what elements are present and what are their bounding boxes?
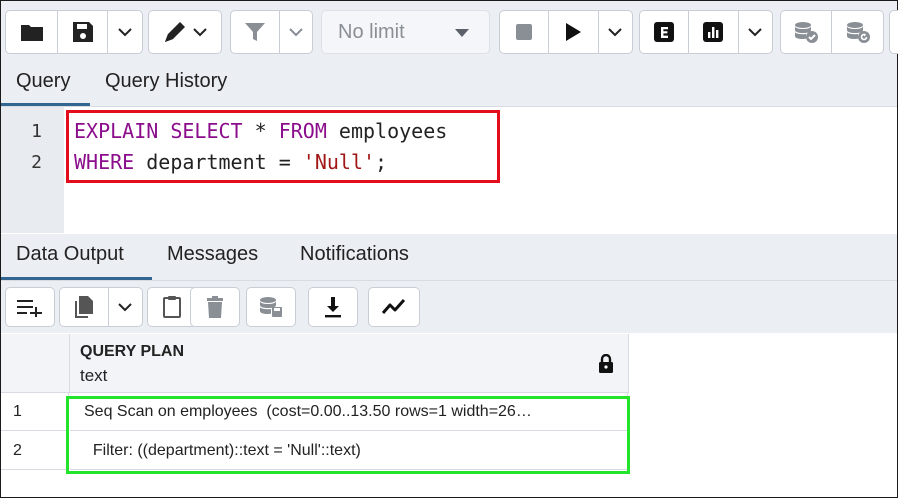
result-highlight-box xyxy=(66,396,630,474)
active-tab-indicator xyxy=(1,277,152,280)
line-number: 2 xyxy=(31,152,42,173)
pen-icon xyxy=(165,22,185,42)
filter-options-dropdown[interactable] xyxy=(280,11,312,53)
row-number[interactable]: 1 xyxy=(1,393,69,431)
explain-analyze-icon xyxy=(703,22,724,42)
save-data-group xyxy=(246,287,296,327)
more-toolbar-group xyxy=(889,10,898,54)
rollback-button[interactable] xyxy=(832,11,883,53)
tab-data-output[interactable]: Data Output xyxy=(16,243,124,266)
download-button[interactable] xyxy=(309,288,357,326)
query-tab-bar: Query Query History xyxy=(1,62,897,107)
explain-button[interactable] xyxy=(640,11,690,53)
filter-button-group xyxy=(230,10,313,54)
edit-menu-button[interactable] xyxy=(149,11,221,53)
tab-query[interactable]: Query xyxy=(16,70,70,93)
query-toolbar: No limit xyxy=(1,1,898,62)
rollback-icon xyxy=(846,22,870,43)
row-limit-value: No limit xyxy=(338,20,405,43)
chevron-down-icon xyxy=(118,303,133,312)
tab-notifications[interactable]: Notifications xyxy=(300,243,409,266)
stop-button[interactable] xyxy=(500,11,550,53)
column-header-query-plan[interactable]: QUERY PLAN text xyxy=(70,334,629,393)
row-number[interactable]: 2 xyxy=(1,432,69,470)
save-file-button[interactable] xyxy=(58,11,108,53)
filter-button[interactable] xyxy=(231,11,280,53)
result-tab-bar: Data Output Messages Notifications xyxy=(1,234,897,281)
commit-button[interactable] xyxy=(781,11,833,53)
download-icon xyxy=(325,297,341,318)
line-chart-icon xyxy=(381,298,406,314)
graph-group xyxy=(368,287,420,327)
explain-analyze-button[interactable] xyxy=(689,11,739,53)
delete-button[interactable] xyxy=(191,288,239,326)
commit-icon xyxy=(795,22,818,43)
explain-options-dropdown[interactable] xyxy=(739,11,772,53)
add-row-group xyxy=(5,287,55,327)
add-row-icon xyxy=(17,300,42,317)
copy-icon xyxy=(74,296,93,318)
tab-messages[interactable]: Messages xyxy=(167,243,258,266)
transaction-button-group xyxy=(780,10,884,54)
copy-button[interactable] xyxy=(60,288,109,326)
download-group xyxy=(308,287,358,327)
column-type: text xyxy=(80,366,108,385)
save-icon xyxy=(72,22,93,42)
save-data-icon xyxy=(260,297,282,317)
stop-icon xyxy=(516,24,533,40)
explain-icon xyxy=(654,22,675,42)
copy-group xyxy=(59,287,143,327)
save-data-button[interactable] xyxy=(247,288,295,326)
folder-icon xyxy=(20,25,43,41)
tab-query-history[interactable]: Query History xyxy=(105,70,227,93)
row-limit-select[interactable]: No limit xyxy=(321,10,490,54)
chevron-down-icon xyxy=(118,28,132,37)
explain-button-group xyxy=(639,10,773,54)
execute-options-dropdown[interactable] xyxy=(599,11,632,53)
delete-group xyxy=(190,287,240,327)
chevron-down-icon xyxy=(193,28,207,37)
line-number: 1 xyxy=(31,121,42,142)
save-options-dropdown[interactable] xyxy=(108,11,142,53)
line-number-gutter: 1 2 xyxy=(1,107,64,233)
active-tab-indicator xyxy=(1,103,90,106)
lock-icon xyxy=(599,354,613,373)
play-icon xyxy=(566,23,582,41)
data-output-toolbar xyxy=(1,281,897,333)
query-highlight-box xyxy=(66,110,500,183)
graph-visualiser-button[interactable] xyxy=(369,288,419,326)
execute-button[interactable] xyxy=(549,11,599,53)
filter-icon xyxy=(244,23,265,41)
edit-button-group xyxy=(148,10,222,54)
paste-button[interactable] xyxy=(148,288,196,326)
chevron-down-icon xyxy=(608,28,622,37)
execute-button-group xyxy=(499,10,633,54)
column-name: QUERY PLAN xyxy=(80,343,185,360)
grid-corner-cell[interactable] xyxy=(1,334,70,393)
caret-down-icon xyxy=(455,29,469,37)
trash-icon xyxy=(207,296,223,318)
paste-icon xyxy=(163,296,181,318)
open-file-button[interactable] xyxy=(6,11,58,53)
chevron-down-icon xyxy=(748,28,762,37)
copy-options-dropdown[interactable] xyxy=(109,288,142,326)
chevron-down-icon xyxy=(289,28,303,37)
add-row-button[interactable] xyxy=(6,288,54,326)
file-button-group xyxy=(5,10,143,54)
